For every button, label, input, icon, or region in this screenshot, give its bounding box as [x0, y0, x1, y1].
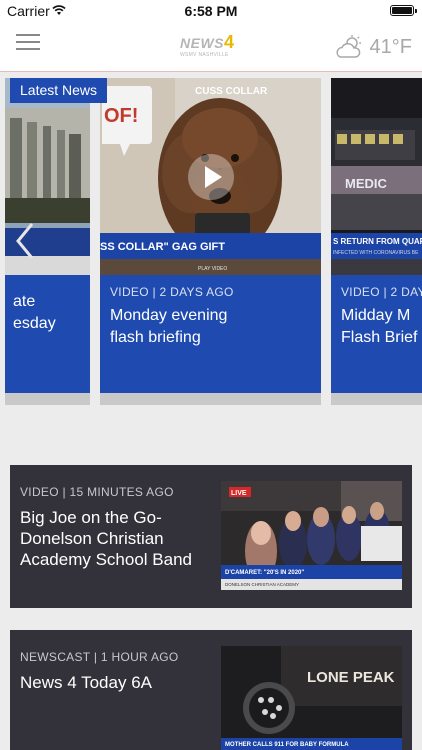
card-title: Midday M Flash Brief [341, 305, 418, 349]
story-card[interactable]: NEWSCAST | 1 HOUR AGO News 4 Today 6A LO… [10, 630, 412, 750]
image-sign-text: MEDIC [345, 176, 388, 191]
hamburger-menu-button[interactable] [16, 34, 40, 54]
card-title-line: Midday M [341, 307, 411, 324]
battery-icon [390, 5, 417, 16]
nav-bar: NEWS 4 WSMV NASHVILLE 41°F [0, 22, 422, 72]
bubble-text: OF! [104, 105, 138, 127]
card-title-line: Monday evening [110, 307, 228, 324]
live-badge: LIVE [231, 490, 247, 497]
news4-logo[interactable]: NEWS 4 WSMV NASHVILLE [180, 32, 244, 62]
cloud-sun-icon [335, 35, 361, 58]
logo-four: 4 [224, 32, 235, 52]
image-caption: PLAY VIDEO [198, 266, 227, 272]
carousel-card[interactable]: OF! CUSS COLLAR SS COLLAR" GAG GIFT PLAY… [100, 78, 321, 398]
story-text: NEWSCAST | 1 HOUR AGO News 4 Today 6A [20, 650, 220, 693]
card-title: Monday evening flash briefing [110, 305, 311, 349]
chevron-left-icon[interactable] [14, 221, 36, 261]
image-ticker-sub: INFECTED WITH CORONAVIRUS BE [333, 250, 419, 256]
card-info: VIDEO | 2 DAYS AGO Midday M Flash Brief [331, 275, 422, 398]
temperature: 41°F [369, 35, 412, 58]
card-title-line: flash briefing [110, 329, 201, 346]
story-thumbnail: LIVE D'CAMARET: "20'S IN 2020" DONELSON … [221, 481, 402, 590]
latest-news-badge: Latest News [10, 78, 108, 103]
story-title: Big Joe on the Go- Donelson Christian Ac… [20, 508, 192, 569]
story-title: News 4 Today 6A [20, 673, 152, 692]
story-card[interactable]: VIDEO | 15 MINUTES AGO Big Joe on the Go… [10, 465, 412, 608]
carousel-card[interactable]: MEDIC S RETURN FROM QUAR INFECTED WITH C… [331, 78, 422, 398]
story-thumbnail: LONE PEAK MOTHER CALLS 911 FOR BABY FORM… [221, 646, 402, 750]
logo-subtitle: WSMV NASHVILLE [180, 52, 229, 58]
card-title: ate esday [13, 291, 80, 335]
story-meta: NEWSCAST | 1 HOUR AGO [20, 650, 179, 664]
thumb-sign: LONE PEAK [307, 669, 395, 686]
logo-text: NEWS [180, 35, 224, 51]
image-ticker-text: S RETURN FROM QUAR [333, 237, 422, 246]
image-header-text: CUSS COLLAR [195, 86, 268, 97]
card-title-line: esday [13, 315, 56, 332]
thumb-ticker-sub: DONELSON CHRISTIAN ACADEMY [225, 582, 299, 587]
status-bar: Carrier 6:58 PM [0, 0, 422, 22]
card-shadow [100, 393, 321, 405]
thumb-ticker: D'CAMARET: "20'S IN 2020" [225, 570, 304, 576]
card-image: OF! CUSS COLLAR SS COLLAR" GAG GIFT PLAY… [100, 78, 321, 275]
story-meta: VIDEO | 15 MINUTES AGO [20, 485, 174, 499]
story-text: VIDEO | 15 MINUTES AGO Big Joe on the Go… [20, 485, 220, 570]
weather-widget[interactable]: 41°F [335, 30, 412, 64]
card-shadow [5, 393, 90, 405]
card-meta: VIDEO | 2 DAYS AGO [110, 285, 234, 299]
thumb-ticker: MOTHER CALLS 911 FOR BABY FORMULA [225, 742, 349, 748]
card-info: VIDEO | 2 DAYS AGO Monday evening flash … [100, 275, 321, 398]
card-image: MEDIC S RETURN FROM QUAR INFECTED WITH C… [331, 78, 422, 275]
card-title-line: Flash Brief [341, 329, 418, 346]
card-shadow [331, 393, 422, 405]
card-info: ate esday [5, 275, 90, 398]
latest-news-carousel[interactable]: Latest News ate esday OF! CUSS COLLAR SS… [0, 73, 422, 408]
card-title-line: ate [13, 293, 36, 310]
image-ticker-text: SS COLLAR" GAG GIFT [100, 241, 225, 253]
clock: 6:58 PM [184, 3, 238, 19]
card-meta: VIDEO | 2 DAYS AGO [341, 285, 422, 299]
